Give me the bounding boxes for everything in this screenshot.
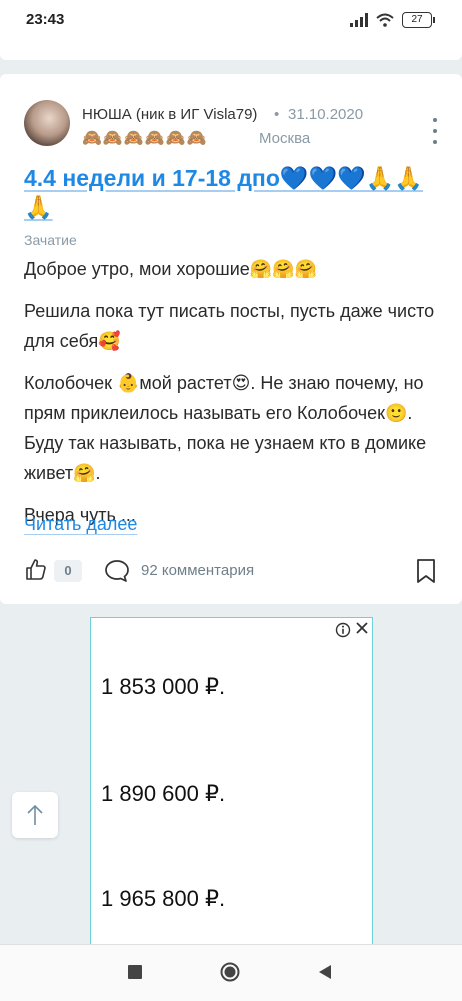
post-date: 31.10.2020 [288, 106, 364, 123]
status-time: 23:43 [26, 11, 65, 28]
more-options-icon[interactable] [430, 118, 440, 144]
avatar[interactable] [24, 100, 70, 146]
bookmark-icon[interactable] [416, 558, 436, 584]
recent-apps-button[interactable] [128, 965, 142, 979]
post-card: НЮША (ник в ИГ Visla79) • 31.10.2020 🙈🙈🙈… [0, 74, 462, 604]
like-count: 0 [54, 560, 82, 582]
previous-post-card [0, 38, 462, 60]
read-more-link[interactable]: Читать далее [24, 514, 137, 535]
system-nav-bar [0, 944, 462, 1001]
ad-price: 1 965 800 ₽. [101, 886, 226, 911]
status-bar: 23:43 27 [0, 0, 462, 38]
scroll-to-top-button[interactable] [12, 792, 58, 838]
separator-dot: • [274, 106, 280, 123]
status-icons: 27 [350, 12, 435, 28]
home-button[interactable] [220, 962, 240, 982]
author-city: Москва [259, 130, 311, 147]
post-title[interactable]: 4.4 недели и 17-18 дпо💙💙💙🙏🙏🙏 [24, 164, 434, 222]
post-actions: 0 92 комментария [0, 554, 462, 588]
advertisement-block[interactable]: 1 853 000 ₽. 1 890 600 ₽. 1 965 800 ₽. [90, 617, 373, 958]
post-paragraph: Доброе утро, мои хорошие🤗🤗🤗 [24, 259, 318, 279]
author-name[interactable]: НЮША (ник в ИГ Visla79) [82, 106, 257, 123]
signal-icon [350, 13, 368, 27]
post-category[interactable]: Зачатие [24, 232, 77, 248]
post-paragraph: Решила пока тут писать посты, пусть даже… [24, 301, 435, 351]
comments-link[interactable]: 92 комментария [141, 562, 254, 579]
author-emojis: 🙈🙈🙈🙈🙈🙈 [82, 130, 208, 147]
info-icon[interactable] [335, 622, 351, 638]
arrow-up-icon [27, 804, 43, 825]
ad-price: 1 890 600 ₽. [101, 781, 226, 806]
post-paragraph: Колобочек 👶мой растет😍. Не знаю почему, … [24, 373, 427, 483]
comment-icon[interactable] [104, 559, 130, 583]
battery-icon: 27 [402, 12, 435, 28]
ad-price: 1 853 000 ₽. [101, 674, 226, 699]
post-body: Доброе утро, мои хорошие🤗🤗🤗 Решила пока … [24, 254, 439, 542]
wifi-icon [376, 13, 394, 27]
thumbs-up-icon[interactable] [24, 558, 48, 582]
close-icon[interactable] [355, 621, 369, 635]
back-button[interactable] [318, 964, 332, 980]
